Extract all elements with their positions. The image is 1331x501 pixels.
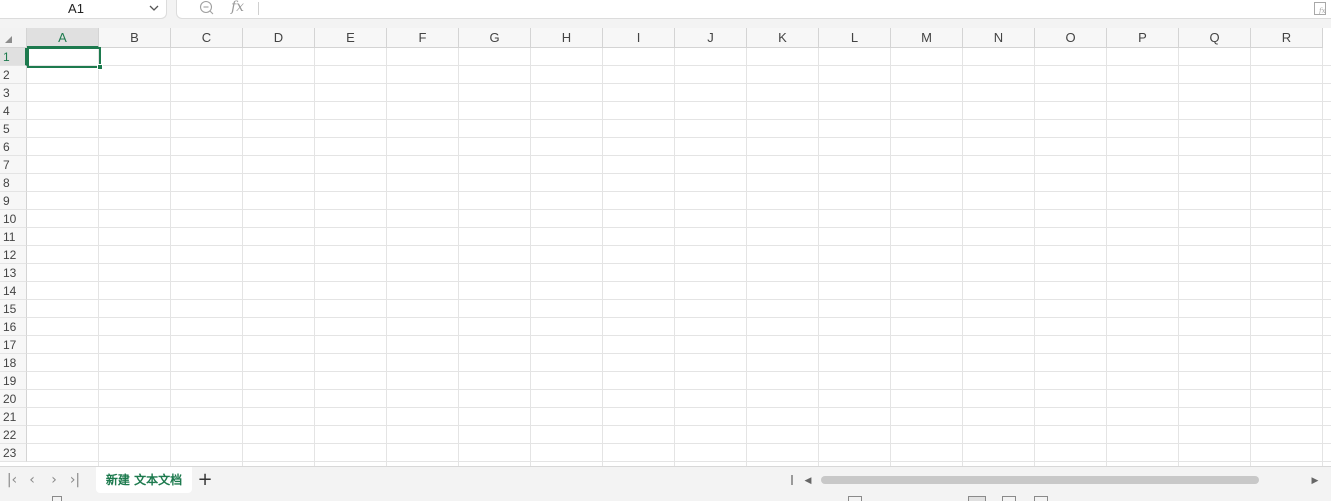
select-all-triangle-icon [5,36,12,43]
column-header-k[interactable]: K [747,28,819,48]
column-header-i[interactable]: I [603,28,675,48]
column-header-c[interactable]: C [171,28,243,48]
name-box[interactable]: A1 [0,0,167,19]
row-header-10[interactable]: 10 [0,210,27,228]
column-header-j[interactable]: J [675,28,747,48]
row-header-20[interactable]: 20 [0,390,27,408]
column-header-f[interactable]: F [387,28,459,48]
normal-view-icon[interactable] [968,496,986,501]
prev-sheet-icon[interactable]: ‹ [24,472,40,488]
name-box-value: A1 [68,1,84,16]
add-sheet-button[interactable]: + [196,470,214,490]
row-header-22[interactable]: 22 [0,426,27,444]
fill-handle[interactable] [97,64,103,70]
row-header-2[interactable]: 2 [0,66,27,84]
view-icon[interactable] [848,496,862,501]
status-bar [0,493,1331,501]
row-header-1[interactable]: 1 [0,48,27,66]
formula-input[interactable]: fx fx [176,0,1331,19]
row-header-9[interactable]: 9 [0,192,27,210]
row-header-12[interactable]: 12 [0,246,27,264]
zoom-icon[interactable] [199,0,215,16]
tab-splitter-handle[interactable] [791,475,793,485]
fx-icon[interactable]: fx [231,0,244,15]
column-header-g[interactable]: G [459,28,531,48]
row-header-11[interactable]: 11 [0,228,27,246]
row-header-21[interactable]: 21 [0,408,27,426]
row-header-13[interactable]: 13 [0,264,27,282]
cell-area[interactable] [27,48,1331,466]
column-header-a[interactable]: A [27,28,99,48]
row-header-16[interactable]: 16 [0,318,27,336]
column-header-d[interactable]: D [243,28,315,48]
first-sheet-icon[interactable]: |‹ [4,472,20,488]
status-icon [52,496,62,501]
next-sheet-icon[interactable]: › [46,472,62,488]
sheet-tab[interactable]: 新建 文本文档 [96,467,192,493]
column-header-e[interactable]: E [315,28,387,48]
formula-bar: A1 fx fx [0,0,1331,28]
row-header-8[interactable]: 8 [0,174,27,192]
column-header-h[interactable]: H [531,28,603,48]
horizontal-scrollbar-thumb[interactable] [821,476,1259,484]
row-header-3[interactable]: 3 [0,84,27,102]
row-header-4[interactable]: 4 [0,102,27,120]
svg-text:fx: fx [1318,7,1326,15]
chevron-down-icon[interactable] [148,1,160,15]
formula-divider [258,2,259,15]
last-sheet-icon[interactable]: ›| [67,472,83,488]
column-header-n[interactable]: N [963,28,1035,48]
row-header-15[interactable]: 15 [0,300,27,318]
expand-formula-icon[interactable]: fx [1313,1,1327,16]
row-header-14[interactable]: 14 [0,282,27,300]
select-all-button[interactable] [0,28,27,48]
page-break-icon[interactable] [1034,496,1048,501]
column-header-l[interactable]: L [819,28,891,48]
scroll-left-icon[interactable]: ◀ [803,473,813,487]
row-header-23[interactable]: 23 [0,444,27,462]
column-header-p[interactable]: P [1107,28,1179,48]
row-header-7[interactable]: 7 [0,156,27,174]
column-headers: ABCDEFGHIJKLMNOPQR [27,28,1323,48]
row-header-18[interactable]: 18 [0,354,27,372]
column-header-o[interactable]: O [1035,28,1107,48]
scroll-right-icon[interactable]: ▶ [1310,473,1320,487]
spreadsheet-grid[interactable]: ABCDEFGHIJKLMNOPQR 1 2 3 4 5 6 7 8 9 10 11 12 13 14 15… [0,28,1331,466]
row-headers: 1 2 3 4 5 6 7 8 9 10 11 12 13 14 15 16 17 18 19 20 21 22 23 [0,48,27,462]
row-header-6[interactable]: 6 [0,138,27,156]
horizontal-scrollbar[interactable] [816,475,1306,485]
column-header-m[interactable]: M [891,28,963,48]
column-header-q[interactable]: Q [1179,28,1251,48]
column-header-b[interactable]: B [99,28,171,48]
row-header-17[interactable]: 17 [0,336,27,354]
sheet-tab-bar: |‹ ‹ › ›| 新建 文本文档 + ◀ ▶ [0,466,1331,493]
page-layout-icon[interactable] [1002,496,1016,501]
row-header-5[interactable]: 5 [0,120,27,138]
row-header-19[interactable]: 19 [0,372,27,390]
active-cell-outline[interactable] [27,47,101,68]
column-header-r[interactable]: R [1251,28,1323,48]
